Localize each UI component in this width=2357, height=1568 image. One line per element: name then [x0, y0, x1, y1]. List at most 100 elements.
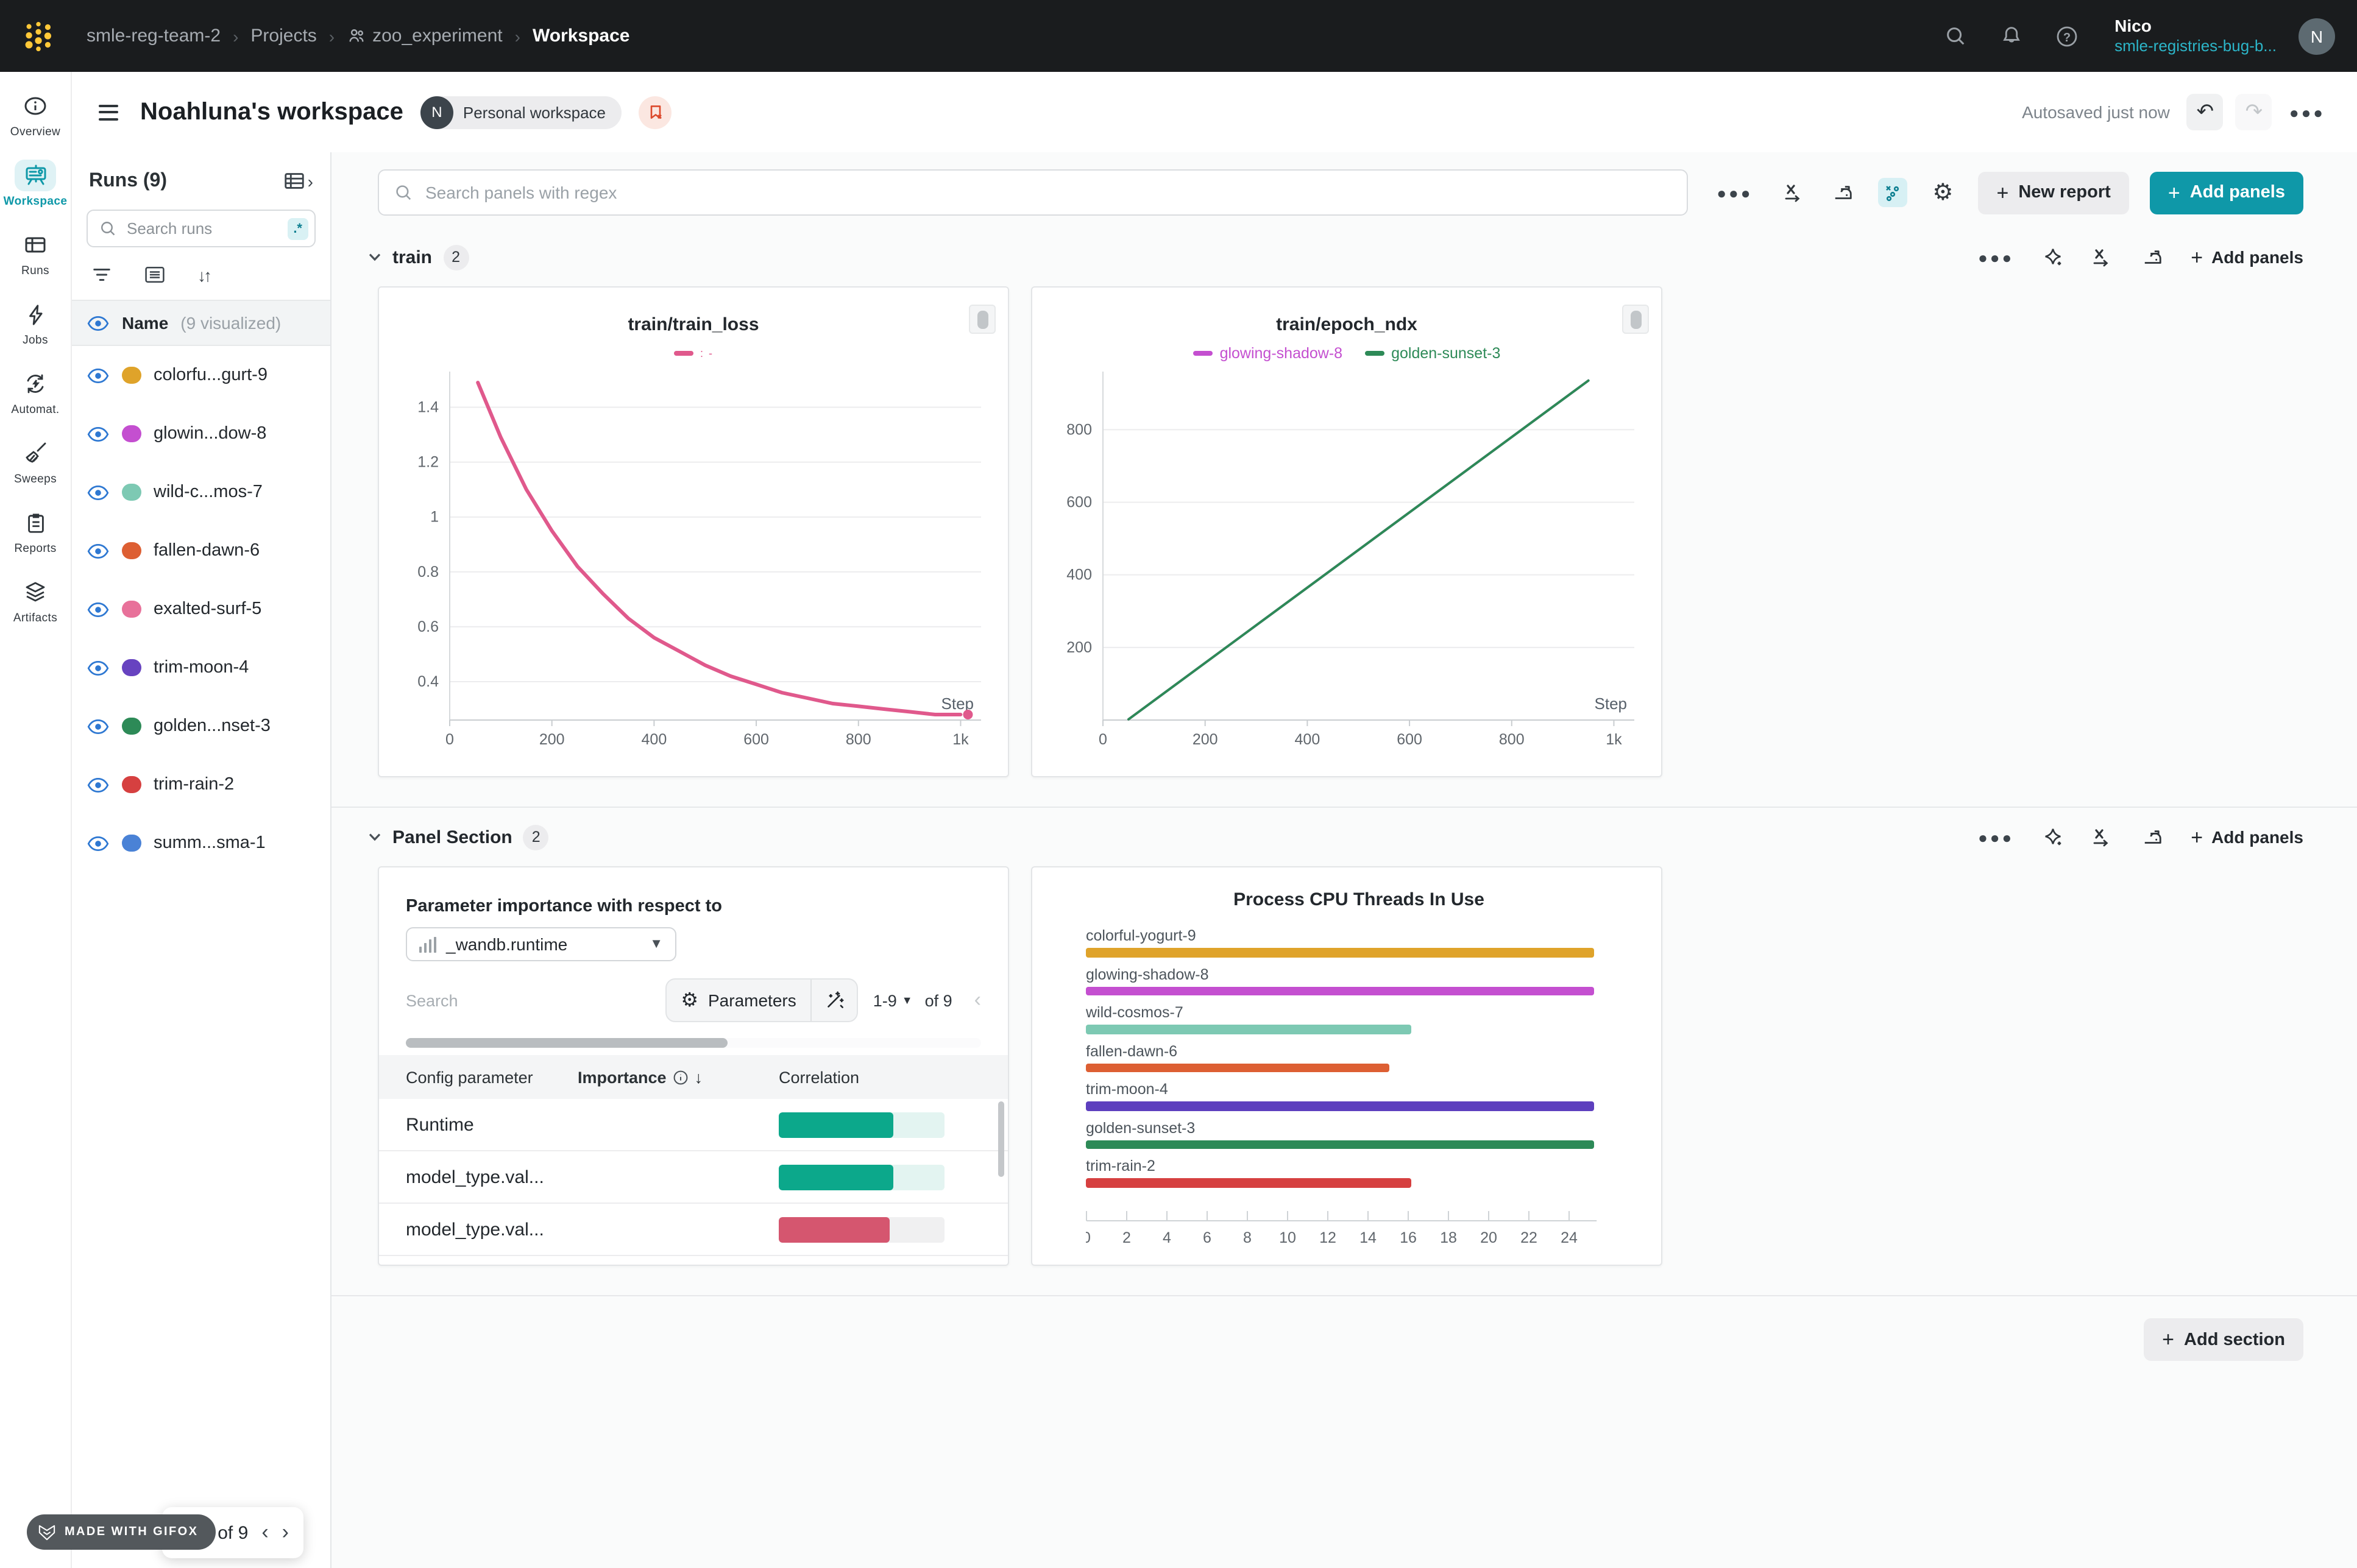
param-table-row[interactable]: model_type.val...: [379, 1151, 1008, 1204]
run-name[interactable]: trim-moon-4: [154, 658, 249, 677]
metric-dropdown[interactable]: _wandb.runtime ▼: [406, 927, 676, 961]
cpu-bar-row[interactable]: trim-moon-4: [1086, 1081, 1632, 1111]
rail-item-overview[interactable]: Overview: [1, 84, 69, 145]
vertical-scrollbar[interactable]: [998, 1101, 1004, 1177]
wandb-logo[interactable]: [22, 19, 55, 52]
help-icon[interactable]: ?: [2046, 15, 2088, 57]
section-more-menu[interactable]: ●●●: [1973, 828, 2019, 846]
run-name[interactable]: exalted-surf-5: [154, 599, 261, 619]
column-config-parameter[interactable]: Config parameter: [379, 1068, 578, 1086]
workspace-selector[interactable]: N Personal workspace: [420, 96, 622, 129]
rail-item-workspace[interactable]: Workspace: [1, 154, 69, 214]
visibility-eye-icon[interactable]: [87, 660, 110, 676]
panel-search-input[interactable]: [423, 182, 1672, 203]
breadcrumb-team[interactable]: smle-reg-team-2: [87, 26, 221, 46]
run-name[interactable]: colorfu...gurt-9: [154, 366, 268, 385]
rail-item-artifacts[interactable]: Artifacts: [1, 570, 69, 631]
rail-item-automations[interactable]: Automat.: [1, 362, 69, 423]
section-name[interactable]: train: [392, 247, 432, 267]
sparkle-icon[interactable]: [2042, 247, 2063, 267]
visibility-eye-icon[interactable]: [87, 718, 110, 734]
smoothing-iron-icon[interactable]: [1828, 178, 1857, 207]
pagination-next-icon[interactable]: ›: [282, 1520, 289, 1545]
chevron-down-icon[interactable]: [368, 252, 381, 262]
run-color-swatch[interactable]: [122, 659, 141, 676]
runs-search-input[interactable]: [124, 218, 280, 239]
run-color-swatch[interactable]: [122, 484, 141, 501]
run-row[interactable]: glowin...dow-8: [72, 404, 330, 463]
legend-label[interactable]: golden-sunset-3: [1391, 345, 1500, 362]
toolbar-more-menu[interactable]: ●●●: [1712, 183, 1757, 202]
run-color-swatch[interactable]: [122, 835, 141, 852]
smoothing-iron-icon[interactable]: [2138, 822, 2167, 852]
user-avatar[interactable]: N: [2299, 18, 2335, 54]
run-row[interactable]: wild-c...mos-7: [72, 463, 330, 521]
pagination-prev-icon[interactable]: ‹: [974, 988, 981, 1012]
run-row[interactable]: exalted-surf-5: [72, 580, 330, 638]
run-row[interactable]: summ...sma-1: [72, 814, 330, 872]
run-row[interactable]: trim-rain-2: [72, 755, 330, 814]
run-color-swatch[interactable]: [122, 425, 141, 442]
run-row[interactable]: trim-moon-4: [72, 638, 330, 697]
run-row[interactable]: golden...nset-3: [72, 697, 330, 755]
breadcrumb-project[interactable]: zoo_experiment: [372, 26, 502, 46]
outliers-toggle-icon[interactable]: [1878, 178, 1907, 207]
visibility-eye-icon[interactable]: [87, 777, 110, 793]
notifications-bell-icon[interactable]: [1990, 15, 2032, 57]
breadcrumb-projects[interactable]: Projects: [250, 26, 316, 46]
collapse-sidebar-icon[interactable]: [94, 99, 123, 125]
cpu-bar-row[interactable]: fallen-dawn-6: [1086, 1042, 1632, 1072]
run-color-swatch[interactable]: [122, 718, 141, 735]
sort-icon[interactable]: ↓↑: [197, 265, 210, 284]
column-name[interactable]: Name: [122, 313, 168, 333]
smoothing-iron-icon[interactable]: [2138, 242, 2167, 272]
param-table-row[interactable]: Runtime: [379, 1099, 1008, 1151]
visibility-eye-icon[interactable]: [87, 601, 110, 617]
section-add-panels-button[interactable]: +Add panels: [2191, 827, 2303, 847]
clear-workspace-icon[interactable]: [639, 96, 672, 129]
x-axis-icon[interactable]: [2086, 822, 2115, 852]
visibility-eye-icon[interactable]: [87, 835, 110, 851]
filter-icon[interactable]: [91, 264, 112, 285]
visibility-eye-icon[interactable]: [87, 315, 110, 331]
cpu-bar-row[interactable]: colorful-yogurt-9: [1086, 927, 1632, 957]
panel-drag-handle[interactable]: [969, 305, 996, 334]
settings-gear-icon[interactable]: ⚙: [1928, 178, 1957, 207]
run-color-swatch[interactable]: [122, 776, 141, 793]
run-name[interactable]: golden...nset-3: [154, 716, 271, 736]
section-name[interactable]: Panel Section: [392, 827, 512, 847]
run-name[interactable]: wild-c...mos-7: [154, 482, 263, 502]
section-more-menu[interactable]: ●●●: [1973, 248, 2019, 266]
run-name[interactable]: trim-rain-2: [154, 775, 234, 794]
param-table-row[interactable]: model_type.val...: [379, 1204, 1008, 1256]
rail-item-reports[interactable]: Reports: [1, 501, 69, 562]
visibility-eye-icon[interactable]: [87, 543, 110, 559]
add-panels-button[interactable]: +Add panels: [2150, 171, 2303, 214]
expand-runs-icon[interactable]: ›: [308, 171, 313, 191]
section-add-panels-button[interactable]: +Add panels: [2191, 247, 2303, 267]
chevron-down-icon[interactable]: [368, 832, 381, 842]
group-icon[interactable]: [144, 264, 166, 285]
rail-item-sweeps[interactable]: Sweeps: [1, 431, 69, 492]
column-correlation[interactable]: Correlation: [779, 1068, 1008, 1086]
rail-item-runs[interactable]: Runs: [1, 223, 69, 284]
param-pagination[interactable]: 1-9▼ of 9: [873, 991, 952, 1009]
parameters-button[interactable]: ⚙Parameters: [665, 978, 858, 1022]
runs-table-icon[interactable]: [283, 169, 307, 192]
user-team-link[interactable]: smle-registries-bug-b...: [2114, 37, 2277, 57]
run-name[interactable]: glowin...dow-8: [154, 424, 266, 443]
search-icon[interactable]: [1934, 15, 1976, 57]
panel-drag-handle[interactable]: [1622, 305, 1649, 334]
pagination-prev-icon[interactable]: ‹: [261, 1520, 268, 1545]
user-block[interactable]: Nico smle-registries-bug-b...: [2114, 15, 2277, 57]
add-section-button[interactable]: +Add section: [2144, 1318, 2303, 1361]
cpu-bar-row[interactable]: wild-cosmos-7: [1086, 1004, 1632, 1034]
undo-button[interactable]: ↶: [2187, 94, 2224, 130]
info-icon[interactable]: [673, 1069, 689, 1085]
cpu-bar-row[interactable]: trim-rain-2: [1086, 1157, 1632, 1187]
sparkle-icon[interactable]: [2042, 827, 2063, 847]
regex-toggle[interactable]: .*: [287, 217, 308, 239]
run-name[interactable]: fallen-dawn-6: [154, 541, 260, 560]
new-report-button[interactable]: +New report: [1978, 171, 2128, 214]
run-color-swatch[interactable]: [122, 601, 141, 618]
